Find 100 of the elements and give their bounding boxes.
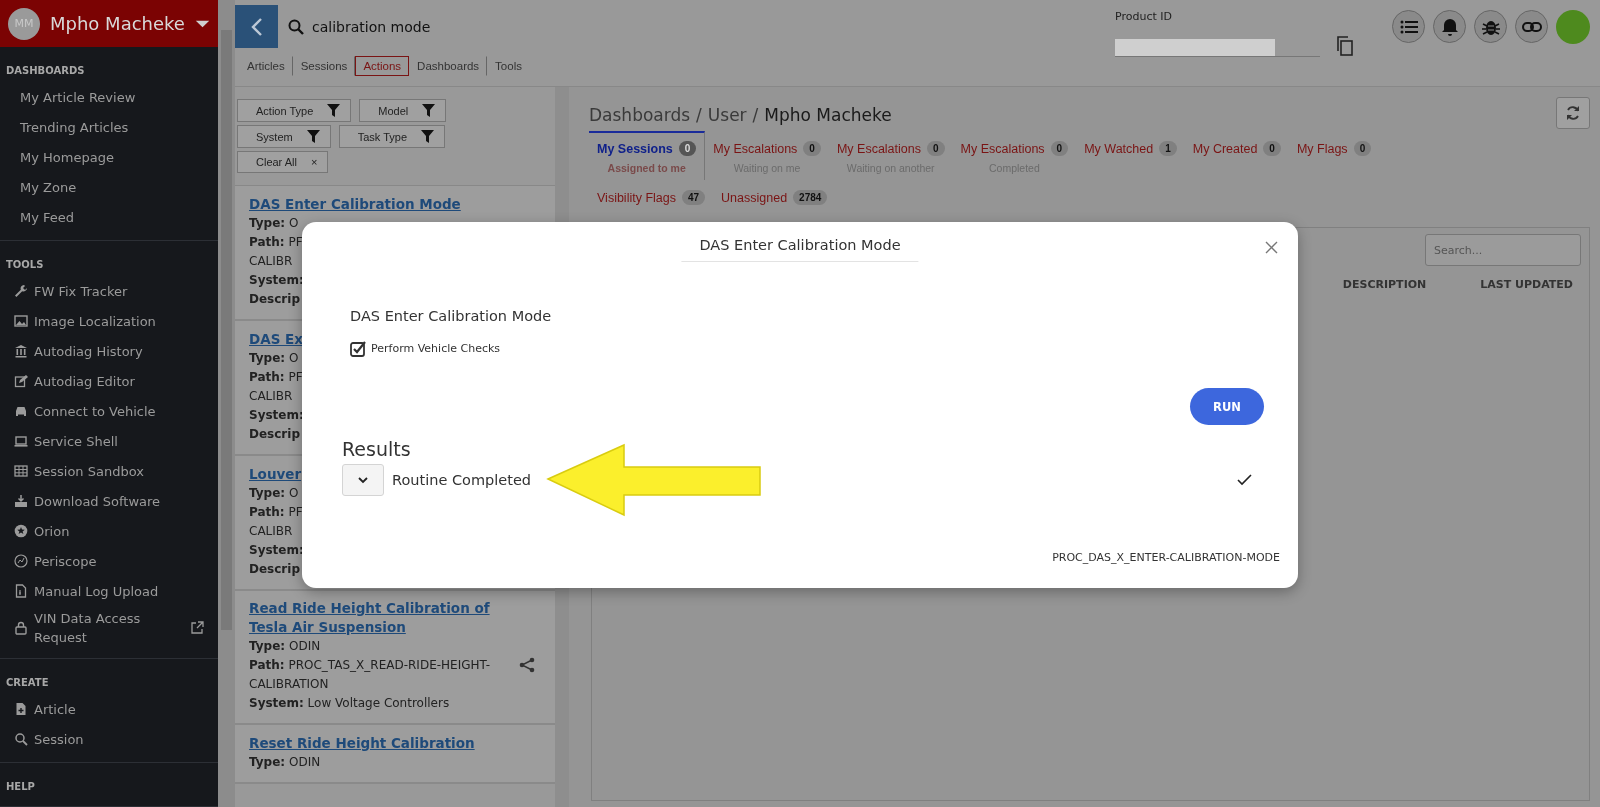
laptop-icon: [14, 434, 28, 448]
chart-circle-icon: [14, 554, 28, 568]
search-field[interactable]: Search...: [1425, 234, 1581, 266]
search-tab[interactable]: Actions: [355, 56, 410, 76]
sidebar-item[interactable]: FW Fix Tracker: [0, 276, 218, 306]
link-button[interactable]: [1515, 10, 1548, 43]
sidebar-item[interactable]: Orion: [0, 516, 218, 546]
list-button[interactable]: [1392, 10, 1425, 43]
sidebar-item[interactable]: Manual Log Upload: [0, 576, 218, 606]
filter-button[interactable]: System: [237, 125, 331, 148]
search-icon: [288, 18, 304, 35]
file-icon: [14, 584, 28, 598]
breadcrumb-item[interactable]: Dashboards: [589, 105, 691, 125]
copy-icon[interactable]: [1336, 36, 1354, 56]
count-badge: 2784: [793, 190, 828, 205]
sidebar-item[interactable]: VIN Data Access Request: [0, 606, 218, 650]
sidebar-item[interactable]: Periscope: [0, 546, 218, 576]
sidebar-item[interactable]: Autodiag History: [0, 336, 218, 366]
sidebar-item[interactable]: Download Software: [0, 486, 218, 516]
column-header[interactable]: LAST UPDATED: [1480, 278, 1573, 291]
refresh-button[interactable]: [1556, 97, 1590, 129]
result-link[interactable]: DAS Ex: [249, 330, 303, 349]
breadcrumb-item[interactable]: User: [707, 105, 747, 125]
sidebar-item[interactable]: Connect to Vehicle: [0, 396, 218, 426]
search-tab[interactable]: Dashboards: [409, 56, 488, 76]
close-icon: [1265, 241, 1278, 254]
edit-icon: [14, 374, 28, 388]
checkbox[interactable]: [350, 340, 367, 357]
tab-label: My Created: [1192, 141, 1258, 156]
result-detail: Type: ODIN: [249, 638, 322, 655]
filter-icon: [421, 130, 434, 143]
column-header[interactable]: DESCRIPTION: [1342, 278, 1427, 291]
back-button[interactable]: [235, 5, 278, 48]
result-link[interactable]: Louver: [249, 465, 302, 484]
search-field[interactable]: calibration mode: [312, 18, 431, 35]
result-detail: Type: O: [249, 215, 300, 232]
image-icon: [14, 314, 28, 328]
filter-button[interactable]: Task Type: [338, 125, 445, 148]
count-badge: 0: [678, 141, 697, 156]
search-tab[interactable]: Tools: [487, 56, 530, 76]
tab-label: My Escalations: [713, 141, 798, 156]
close-icon[interactable]: ×: [310, 156, 318, 168]
tab-sublabel: Assigned to me: [607, 162, 686, 174]
dashboard-tab[interactable]: My Watched 1: [1076, 131, 1185, 180]
routine-heading: DAS Enter Calibration Mode: [350, 308, 552, 324]
checkbox-option[interactable]: Perform Vehicle Checks: [350, 340, 552, 357]
sidebar-item[interactable]: Session: [0, 724, 218, 754]
chevron-down-icon: [358, 476, 368, 484]
sidebar-item[interactable]: My Zone: [0, 172, 218, 202]
dashboard-tab[interactable]: My Flags 0: [1288, 131, 1380, 180]
star-circle-icon: [14, 524, 28, 538]
run-button[interactable]: RUN: [1190, 388, 1264, 425]
add-file-icon: [14, 702, 28, 716]
tab-label: Visibility Flags: [597, 190, 676, 205]
result-detail: Descrip: [249, 291, 301, 308]
result-detail: Path: PROC_TAS_X_READ-RIDE-HEIGHT-CALIBRATION: [249, 657, 492, 693]
search-tab[interactable]: Sessions: [292, 56, 356, 76]
bug-button[interactable]: [1474, 10, 1507, 43]
user-name: Mpho Macheke: [50, 13, 185, 34]
sidebar-item[interactable]: Service Shell: [0, 426, 218, 456]
search-tab[interactable]: Articles: [239, 56, 293, 76]
result-link[interactable]: Read Ride Height Calibration of Tesla Air Suspension: [249, 599, 499, 637]
dashboard-tab[interactable]: My Sessions 0 Assigned to me: [589, 131, 706, 180]
sidebar-item[interactable]: Image Localization: [0, 306, 218, 336]
search-icon: [14, 732, 28, 746]
result-detail: Type: O: [249, 485, 300, 502]
result-detail: Type: O: [249, 350, 300, 367]
sidebar-item[interactable]: My Article Review: [0, 82, 218, 112]
dashboard-tab[interactable]: Unassigned 2784: [713, 182, 836, 211]
result-detail: System:: [249, 272, 305, 289]
result-detail: Type: ODIN: [249, 754, 322, 771]
chevron-left-icon: [250, 16, 263, 37]
bell-button[interactable]: [1433, 10, 1466, 43]
sidebar-item[interactable]: Session Sandbox: [0, 456, 218, 486]
sidebar-item[interactable]: Trending Articles: [0, 112, 218, 142]
share-icon[interactable]: [519, 657, 535, 673]
tab-label: My Escalations: [836, 141, 921, 156]
clear-all-button[interactable]: Clear All ×: [237, 151, 329, 173]
wrench-icon: [14, 284, 28, 298]
sidebar-item[interactable]: Article: [0, 694, 218, 724]
tab-label: My Flags: [1296, 141, 1348, 156]
filter-icon: [306, 130, 320, 143]
filter-button[interactable]: Model: [359, 99, 447, 122]
results-heading: Results: [342, 438, 412, 460]
filter-button[interactable]: Action Type: [237, 99, 352, 122]
dropdown-caret-icon[interactable]: [194, 18, 210, 29]
dashboard-tab[interactable]: My Created 0: [1184, 131, 1289, 180]
tab-label: My Escalations: [960, 141, 1045, 156]
result-detail: System: Low Voltage Controllers: [249, 695, 451, 712]
tab-label: Unassigned: [721, 190, 788, 205]
grid-icon: [14, 464, 28, 478]
result-link[interactable]: DAS Enter Calibration Mode: [249, 195, 461, 214]
sidebar-item[interactable]: My Homepage: [0, 142, 218, 172]
result-link[interactable]: Reset Ride Height Calibration: [249, 734, 475, 753]
result-detail: Descrip: [249, 561, 301, 578]
sidebar-item[interactable]: My Feed: [0, 202, 218, 232]
result-status: Routine Completed: [392, 472, 531, 488]
sidebar-item[interactable]: Autodiag Editor: [0, 366, 218, 396]
dashboard-tab[interactable]: Visibility Flags 47: [589, 182, 714, 211]
result-detail: CALIBR: [249, 253, 294, 270]
